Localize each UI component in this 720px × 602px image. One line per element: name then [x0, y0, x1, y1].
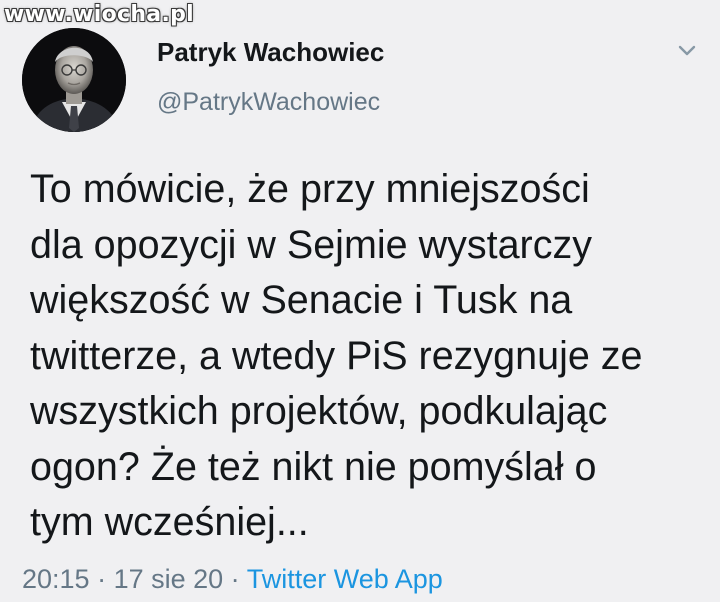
- tweet-date[interactable]: 17 sie 20: [114, 564, 224, 594]
- avatar-portrait-icon: [22, 28, 126, 132]
- tweet-meta: 20:15 · 17 sie 20 · Twitter Web App: [22, 564, 443, 595]
- tweet-card: www.wiocha.pl Patryk Wachowiec @PatrykWa…: [0, 0, 720, 602]
- tweet-time[interactable]: 20:15: [22, 564, 90, 594]
- meta-separator: ·: [89, 564, 114, 594]
- user-handle[interactable]: @PatrykWachowiec: [157, 88, 380, 117]
- tweet-source-link[interactable]: Twitter Web App: [247, 564, 443, 594]
- meta-separator: ·: [223, 564, 247, 594]
- avatar[interactable]: [22, 28, 126, 132]
- tweet-text: To mówicie, że przy mniejszości dla opoz…: [30, 167, 643, 544]
- chevron-down-icon[interactable]: [672, 36, 702, 66]
- watermark: www.wiocha.pl: [4, 2, 194, 27]
- display-name[interactable]: Patryk Wachowiec: [157, 37, 384, 68]
